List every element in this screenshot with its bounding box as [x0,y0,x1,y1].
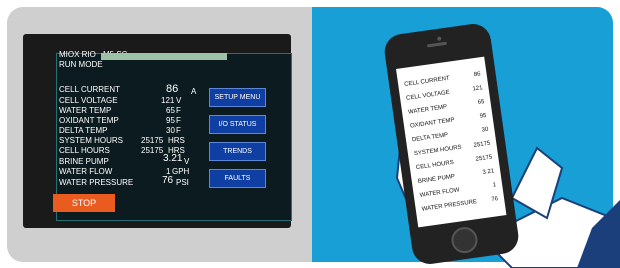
row-unit: F [176,116,181,125]
row-label: OXIDANT TEMP [59,116,119,125]
row-value: 65 [166,106,175,115]
row-label: WATER FLOW [59,167,113,176]
row-value: 3.21 [163,153,183,164]
phone-row-value: 76 [491,196,499,203]
row-label: CELL VOLTAGE [59,96,118,105]
row-unit: V [184,157,190,166]
phone-row-label: WATER FLOW [419,187,460,199]
phone-row-label: CELL CURRENT [403,75,451,88]
row-unit: A [191,87,197,96]
phone-row-label: BRINE PUMP [417,173,456,186]
row-unit: PSI [176,178,189,187]
row-value: 30 [166,126,175,135]
row-value: 121 [161,96,175,105]
io-status-button[interactable]: I/O STATUS [209,115,266,134]
phone-row-value: 25175 [475,154,493,163]
phone-row-value: 1 [492,182,497,189]
phone-row-value: 3.21 [482,168,495,176]
row-value: 25175 [141,136,164,145]
status-bar [101,53,227,60]
row-value: 25175 [141,146,164,155]
home-button[interactable] [449,225,480,255]
phone-row-label: OXIDANT TEMP [409,117,455,130]
phone-screen: CELL CURRENT 86 CELL VOLTAGE 121 WATER TEM… [396,56,507,228]
setup-menu-button[interactable]: SETUP MENU [209,88,266,107]
phone-row-value: 30 [481,126,489,134]
stop-button[interactable]: STOP [53,194,115,212]
phone-row-value: 121 [472,85,483,93]
panel-header-left: MIOX RIO [59,50,96,59]
run-mode-label: RUN MODE [59,60,103,69]
row-label: SYSTEM HOURS [59,136,124,145]
phone-row-label: WATER TEMP [407,104,448,116]
row-label: CELL HOURS [59,146,110,155]
phone-row-label: DELTA TEMP [411,132,449,144]
row-label: DELTA TEMP [59,126,108,135]
phone-row-label: WATER PRESSURE [421,199,478,213]
row-label: BRINE PUMP [59,157,109,166]
phone-row: CELL CURRENT 86 [398,70,486,88]
row-label: CELL CURRENT [59,85,121,94]
row-label: WATER PRESSURE [59,178,134,187]
faults-button[interactable]: FAULTS [209,169,266,188]
row-unit: F [176,126,181,135]
phone-row-label: CELL HOURS [415,159,455,172]
speaker-icon [426,41,448,48]
row-unit: V [176,96,182,105]
trends-button[interactable]: TRENDS [209,142,266,161]
row-value: 86 [166,83,179,95]
phone-row-label: SYSTEM HOURS [413,144,463,158]
phone-row-label: CELL VOLTAGE [405,89,451,102]
phone-row-value: 65 [477,99,485,106]
phone-row-value: 25175 [473,140,491,149]
row-unit: F [176,106,181,115]
phone-row-value: 86 [473,71,481,79]
camera-icon [436,36,442,41]
phone-row-value: 95 [479,112,487,120]
row-unit: HRS [168,136,185,145]
row-label: WATER TEMP [59,106,112,115]
row-value: 95 [166,116,175,125]
row-unit: GPH [172,167,190,176]
row-value: 76 [162,175,174,186]
